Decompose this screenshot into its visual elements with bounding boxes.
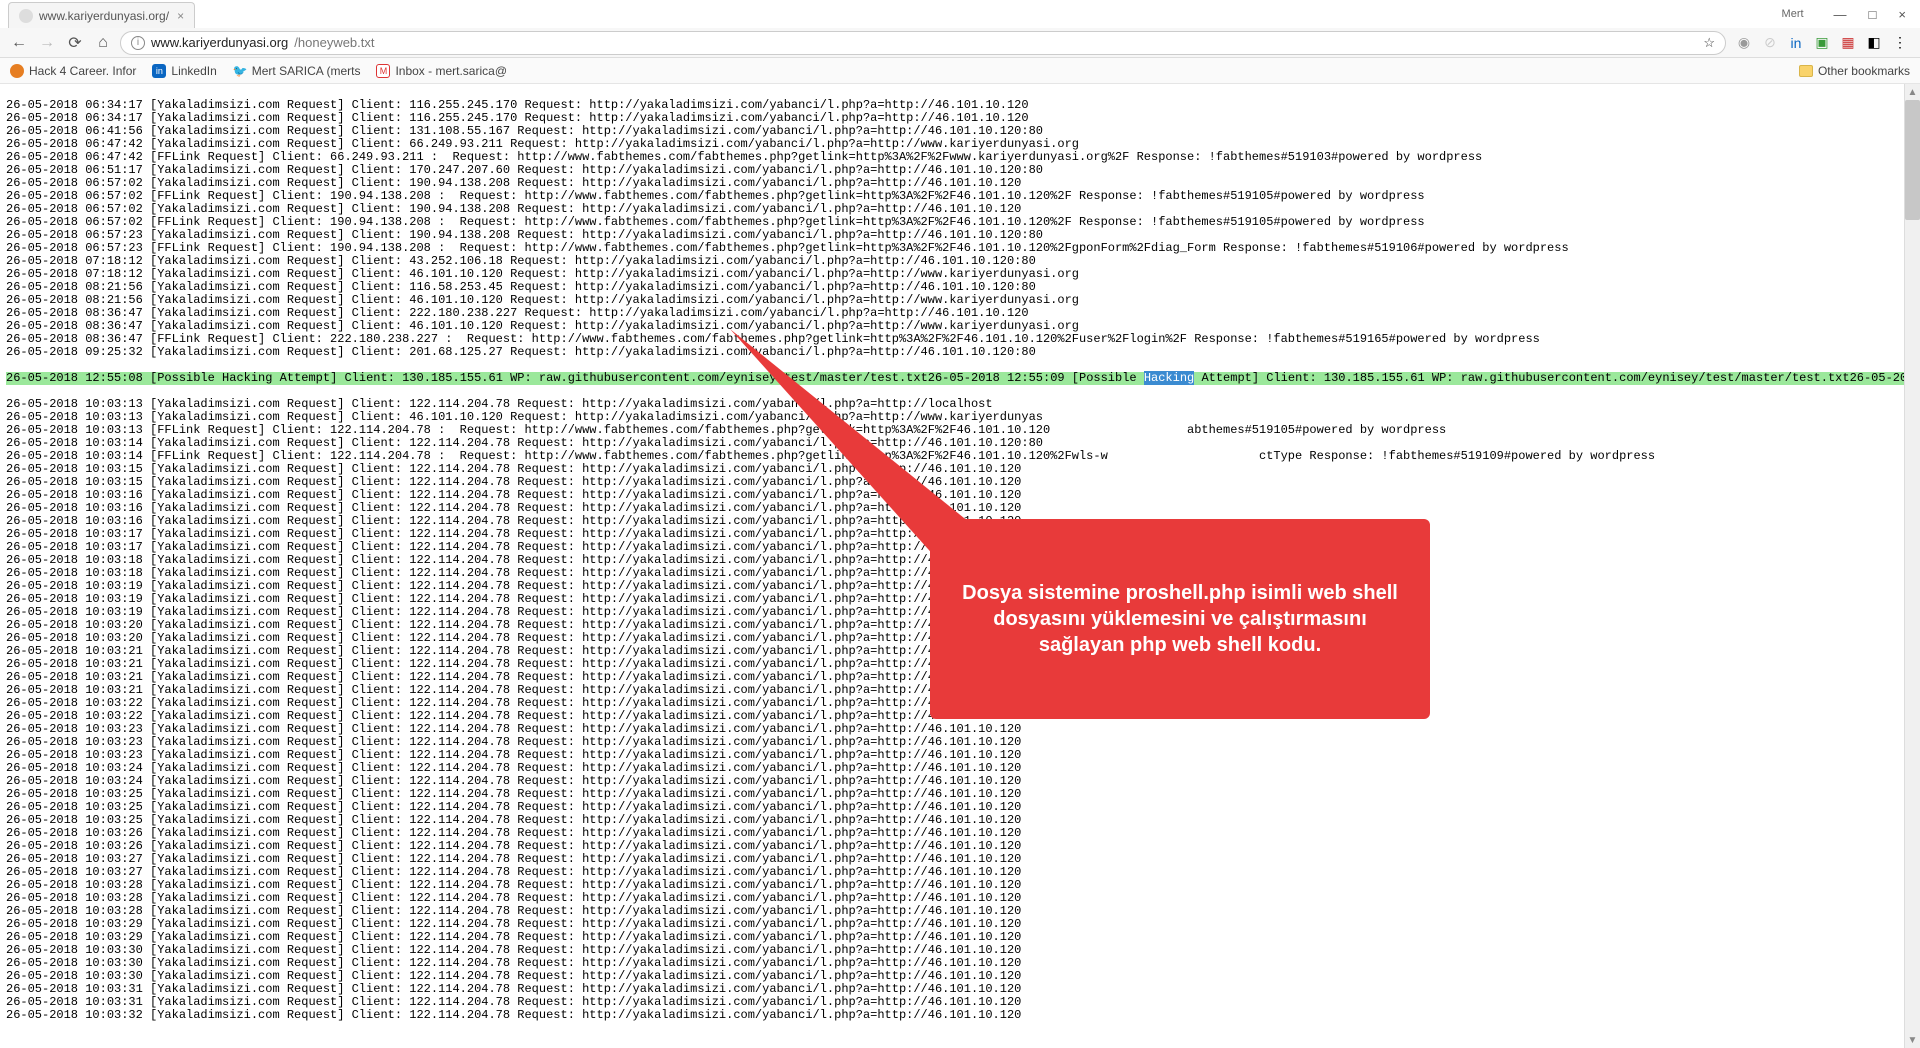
- highlighted-log-line: 26-05-2018 12:55:08 [Possible Hacking At…: [6, 372, 928, 385]
- gmail-icon: M: [376, 64, 390, 78]
- vertical-scrollbar[interactable]: ▲ ▼: [1904, 84, 1920, 1048]
- minimize-button[interactable]: —: [1834, 7, 1847, 22]
- toolbar: ← → ⟳ ⌂ i www.kariyerdunyasi.org/honeywe…: [0, 28, 1920, 58]
- reload-button[interactable]: ⟳: [64, 32, 86, 54]
- globe-icon: [19, 9, 33, 23]
- ext-icon[interactable]: ▦: [1840, 35, 1856, 51]
- bookmark-item[interactable]: 🐦 Mert SARICA (merts: [233, 64, 361, 78]
- scroll-down-icon[interactable]: ▼: [1905, 1032, 1920, 1048]
- log-text: 26-05-2018 10:03:13 [Yakaladimsizi.com R…: [6, 398, 1914, 1022]
- bookmark-item[interactable]: Hack 4 Career. Infor: [10, 64, 136, 78]
- log-line: 26-05-2018 09:25:32 [Yakaladimsizi.com R…: [6, 346, 1914, 359]
- home-button[interactable]: ⌂: [92, 32, 114, 54]
- bookmark-label: Other bookmarks: [1818, 64, 1910, 78]
- back-button[interactable]: ←: [8, 32, 30, 54]
- ext-icon[interactable]: ◉: [1736, 35, 1752, 51]
- linkedin-icon: in: [152, 64, 166, 78]
- bookmark-item[interactable]: M Inbox - mert.sarica@: [376, 64, 507, 78]
- bookmark-item[interactable]: in LinkedIn: [152, 64, 216, 78]
- bookmarks-bar: Hack 4 Career. Infor in LinkedIn 🐦 Mert SA…: [0, 58, 1920, 84]
- titlebar: www.kariyerdunyasi.org/ × Mert — □ ×: [0, 0, 1920, 28]
- scroll-thumb[interactable]: [1905, 100, 1920, 220]
- menu-icon[interactable]: ⋮: [1892, 35, 1908, 51]
- ext-icon[interactable]: ⊘: [1762, 35, 1778, 51]
- browser-tab[interactable]: www.kariyerdunyasi.org/ ×: [8, 2, 195, 28]
- ext-icon[interactable]: ◧: [1866, 35, 1882, 51]
- log-text: 26-05-2018 06:34:17 [Yakaladimsizi.com R…: [6, 99, 1914, 359]
- forward-button[interactable]: →: [36, 32, 58, 54]
- star-icon[interactable]: ☆: [1703, 35, 1715, 51]
- page-content: 26-05-2018 06:34:17 [Yakaladimsizi.com R…: [0, 84, 1920, 1048]
- scroll-up-icon[interactable]: ▲: [1905, 84, 1920, 100]
- bookmark-label: Inbox - mert.sarica@: [395, 64, 507, 78]
- highlighted-lines: 26-05-2018 12:55:08 [Possible Hacking At…: [6, 372, 1914, 385]
- twitter-icon: 🐦: [233, 64, 247, 78]
- url-host: www.kariyerdunyasi.org: [151, 35, 288, 50]
- url-path: /honeyweb.txt: [294, 35, 374, 50]
- bookmark-label: Mert SARICA (merts: [252, 64, 361, 78]
- ext-icon[interactable]: in: [1788, 35, 1804, 51]
- bookmark-icon: [10, 64, 24, 78]
- extension-icons: ◉ ⊘ in ▣ ▦ ◧ ⋮: [1732, 35, 1912, 51]
- close-tab-icon[interactable]: ×: [177, 9, 184, 23]
- window-controls: Mert — □ ×: [1782, 0, 1920, 28]
- other-bookmarks[interactable]: Other bookmarks: [1799, 64, 1910, 78]
- highlighted-log-line: 26-05-2018 12:55:09 [Possible Hacking At…: [928, 372, 1850, 385]
- info-icon[interactable]: i: [131, 36, 145, 50]
- close-window-button[interactable]: ×: [1898, 7, 1906, 22]
- bookmark-label: LinkedIn: [171, 64, 216, 78]
- folder-icon: [1799, 65, 1813, 77]
- profile-label[interactable]: Mert: [1782, 8, 1804, 20]
- tab-title: www.kariyerdunyasi.org/: [39, 9, 169, 23]
- log-line: 26-05-2018 10:03:32 [Yakaladimsizi.com R…: [6, 1009, 1914, 1022]
- maximize-button[interactable]: □: [1869, 7, 1877, 22]
- bookmark-label: Hack 4 Career. Infor: [29, 64, 136, 78]
- ext-icon[interactable]: ▣: [1814, 35, 1830, 51]
- address-bar[interactable]: i www.kariyerdunyasi.org/honeyweb.txt ☆: [120, 31, 1726, 55]
